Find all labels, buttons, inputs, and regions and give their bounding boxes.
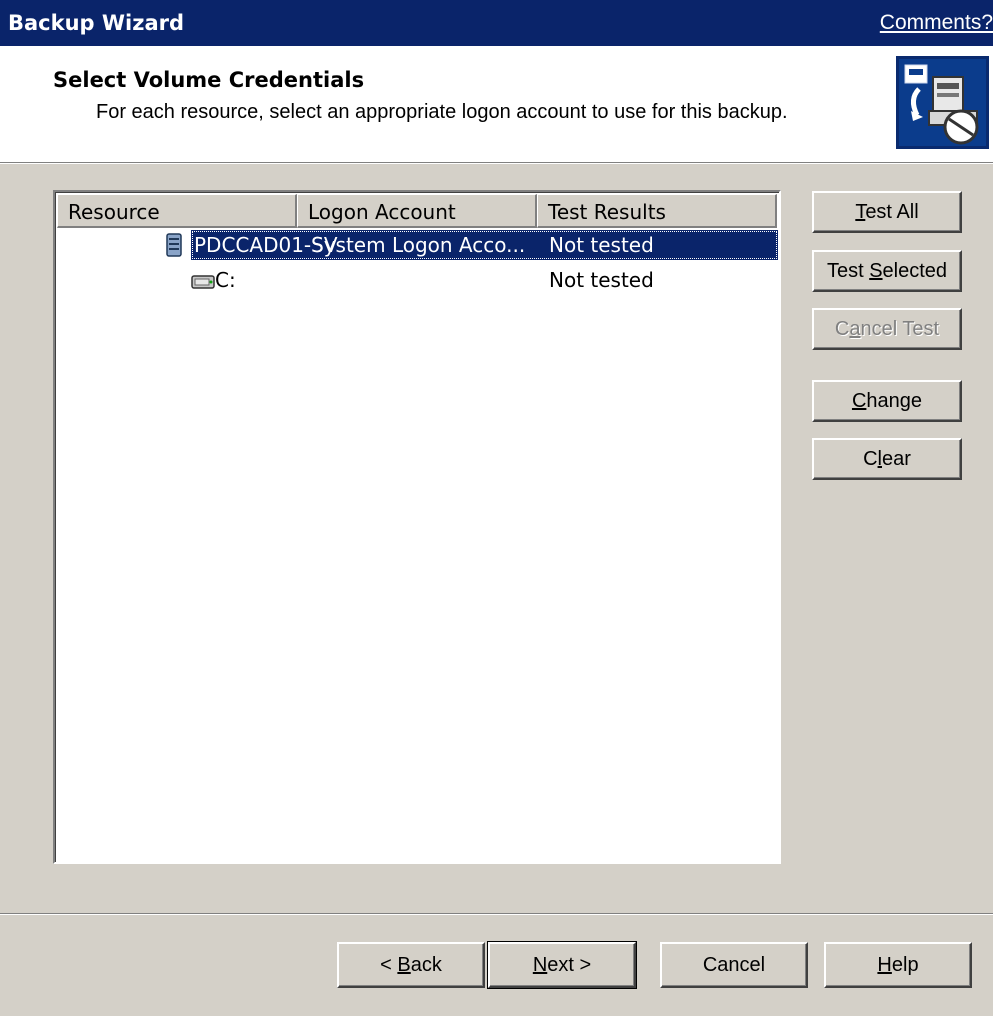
button-label-accelerator: C (851, 390, 867, 412)
button-label: elp (891, 954, 919, 976)
list-row-server[interactable]: PDCCAD01-SV System Logon Acco... Not tes… (57, 230, 779, 260)
button-label-accelerator: a (849, 318, 861, 340)
button-label: hange (866, 390, 923, 412)
clear-button[interactable]: Clear (812, 438, 962, 480)
title-bar: Backup Wizard Comments? (0, 0, 993, 46)
cancel-test-button[interactable]: Cancel Test (812, 308, 962, 350)
button-label: Test (826, 260, 870, 282)
column-logon-account[interactable]: Logon Account (297, 194, 537, 228)
backup-wizard-logo-icon (896, 56, 989, 149)
button-label-accelerator: H (877, 954, 892, 976)
test-result: Not tested (549, 268, 654, 292)
logon-account: System Logon Acco... (311, 233, 526, 257)
column-resource[interactable]: Resource (57, 194, 297, 228)
next-button[interactable]: Next > (487, 941, 637, 989)
button-label: < (380, 954, 398, 976)
credentials-list[interactable]: Resource Logon Account Test Results PDCC… (53, 190, 781, 864)
button-label: elected (882, 260, 948, 282)
cancel-button[interactable]: Cancel (660, 942, 808, 988)
button-label: ext > (547, 954, 592, 976)
comments-link[interactable]: Comments? (880, 11, 993, 35)
button-label-accelerator: N (532, 954, 548, 976)
header-separator (0, 162, 993, 164)
button-label-accelerator: S (869, 260, 883, 282)
column-test-results[interactable]: Test Results (537, 194, 777, 228)
button-label: C (863, 448, 878, 470)
footer-separator (0, 913, 993, 915)
test-all-button[interactable]: Test All (812, 191, 962, 233)
page-title: Select Volume Credentials (53, 68, 365, 92)
button-label-accelerator: T (855, 201, 866, 223)
page-description: For each resource, select an appropriate… (96, 101, 788, 123)
list-row-drive[interactable]: C: Not tested (57, 265, 779, 295)
help-button[interactable]: Help (824, 942, 972, 988)
drive-icon (191, 271, 215, 295)
window-title: Backup Wizard (8, 11, 185, 35)
button-label: C (834, 318, 850, 340)
list-header: Resource Logon Account Test Results (57, 194, 777, 228)
button-label-accelerator: B (397, 954, 411, 976)
test-result: Not tested (549, 233, 654, 257)
button-label: Cancel (702, 954, 766, 976)
button-label: ear (882, 448, 911, 470)
back-button[interactable]: < Back (337, 942, 485, 988)
change-button[interactable]: Change (812, 380, 962, 422)
server-icon (165, 233, 183, 262)
button-label: ncel Test (860, 318, 940, 340)
wizard-header: Select Volume Credentials For each resou… (0, 46, 993, 162)
resource-name: C: (215, 268, 236, 292)
button-label: est All (865, 201, 919, 223)
button-label: ack (410, 954, 442, 976)
test-selected-button[interactable]: Test Selected (812, 250, 962, 292)
